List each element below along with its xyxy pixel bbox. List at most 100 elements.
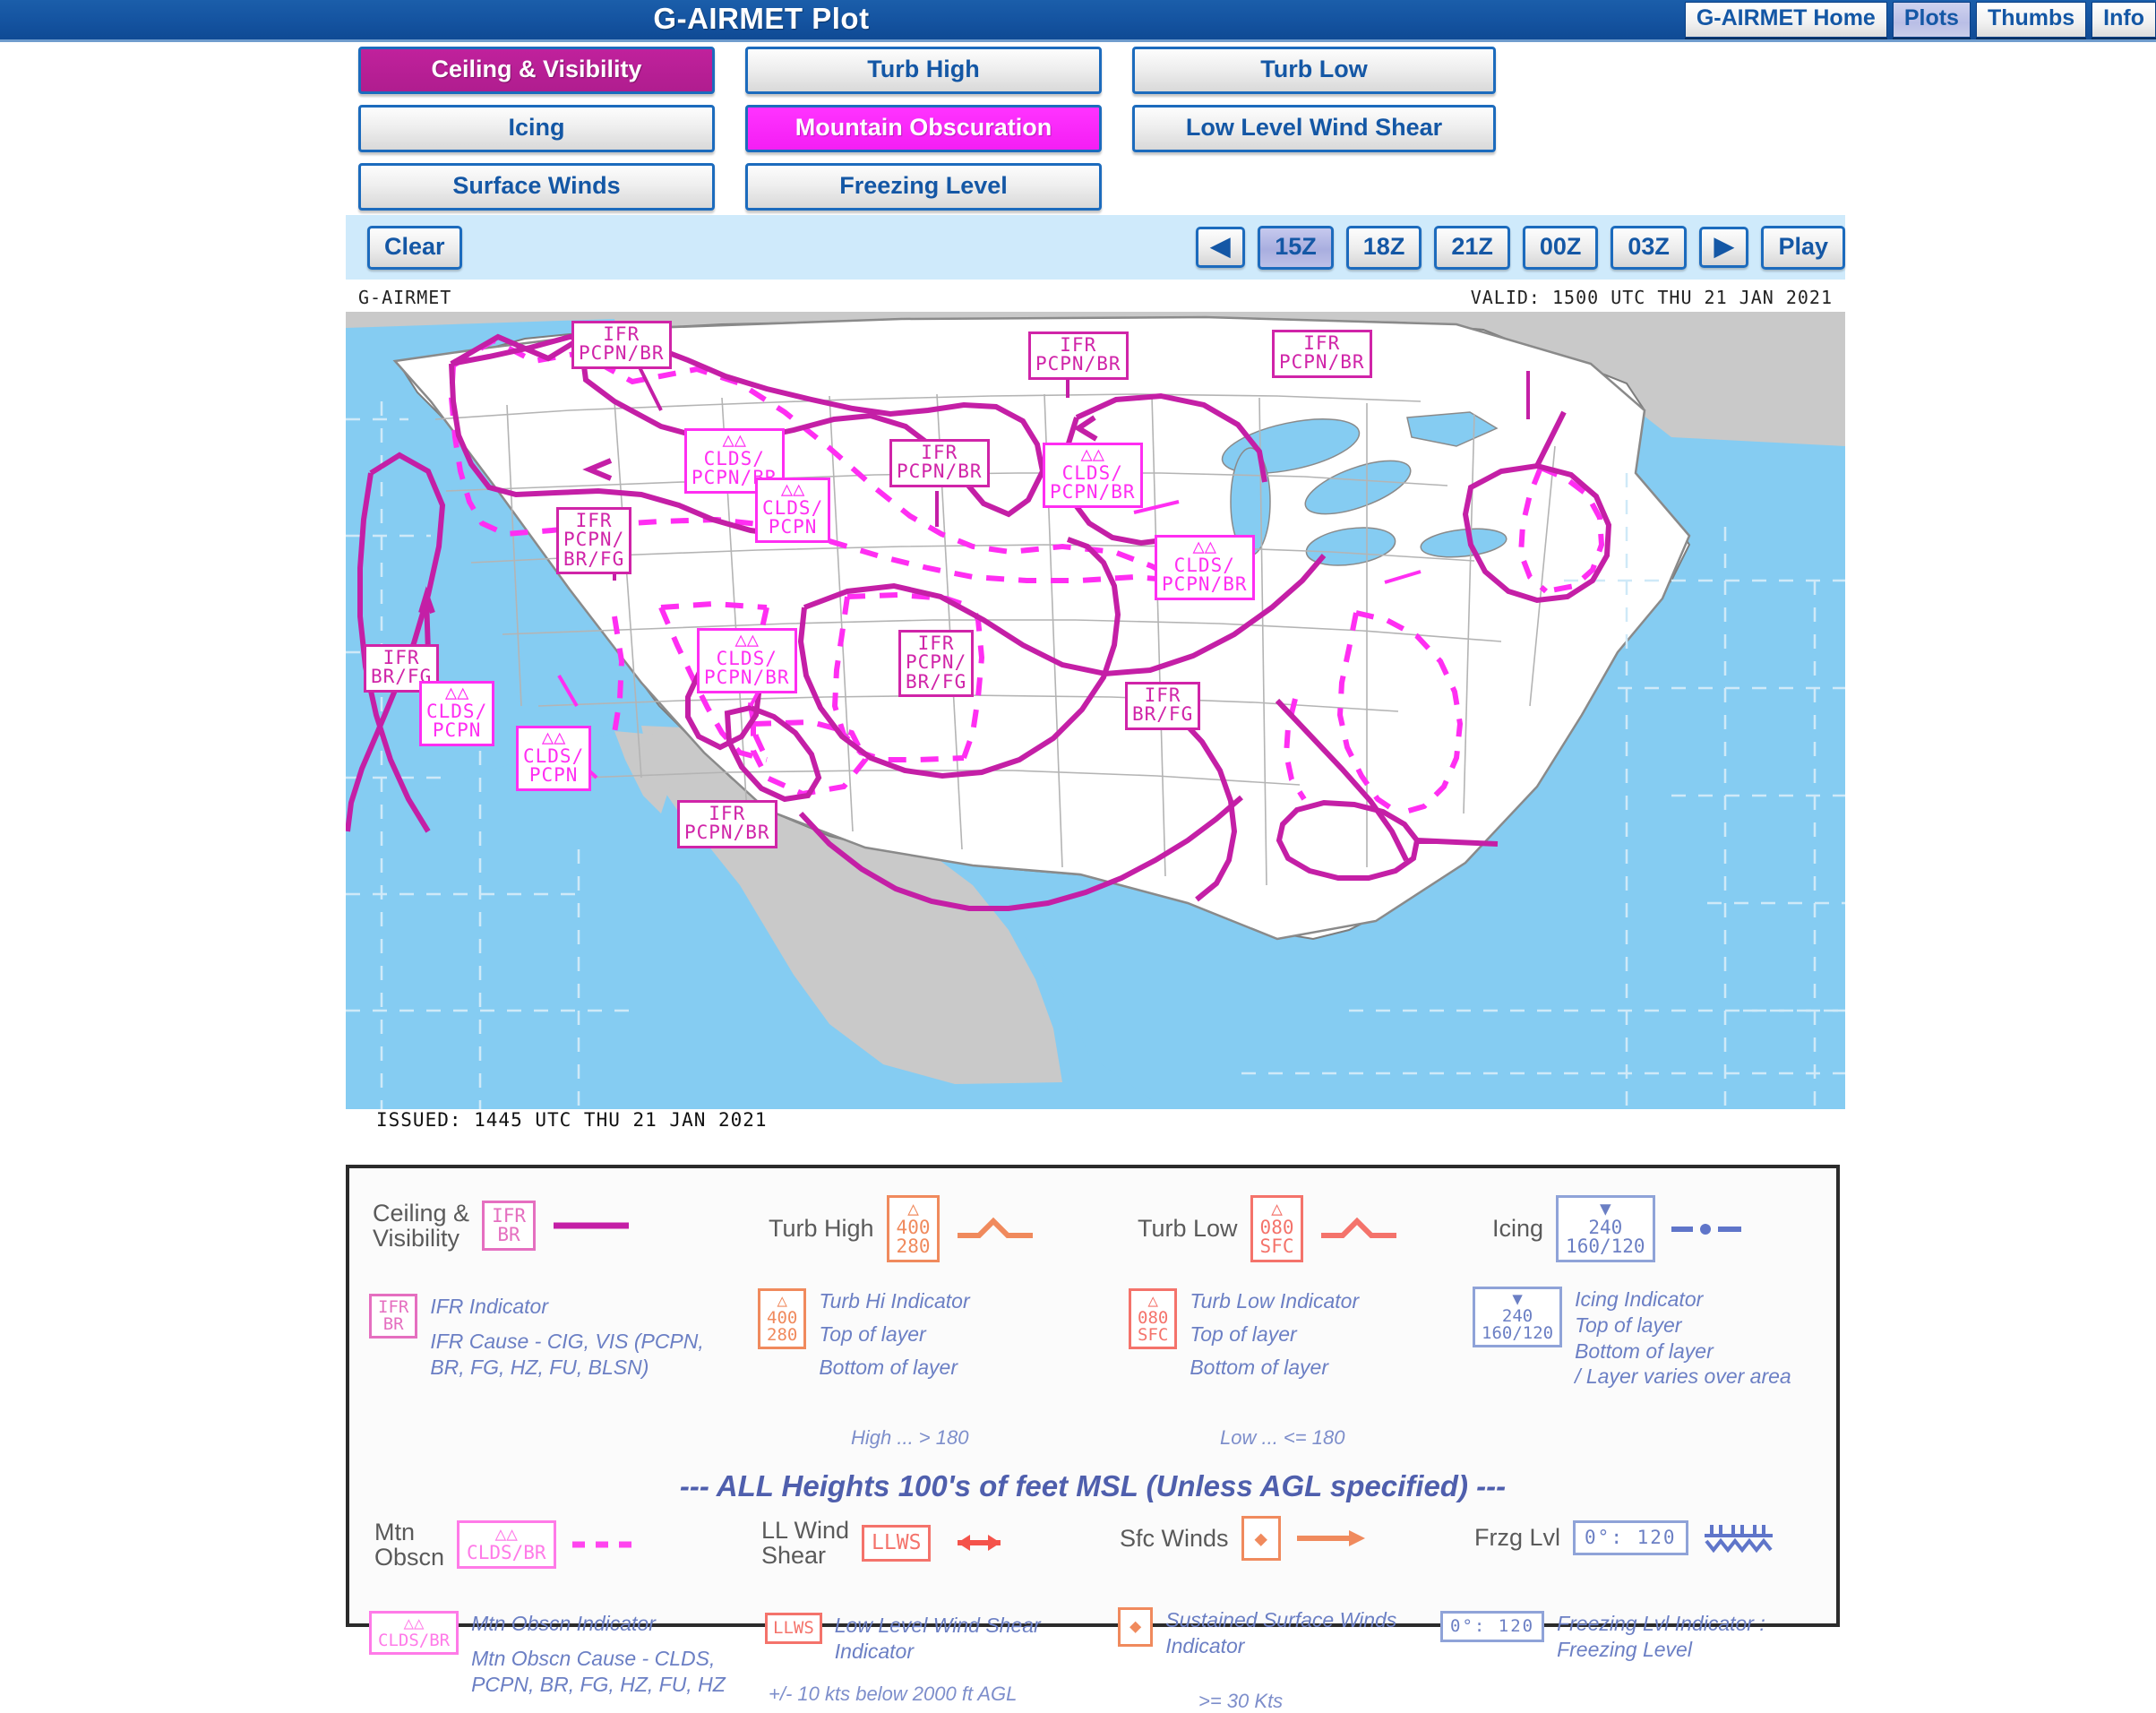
map-label-ifr: IFR PCPN/BR xyxy=(571,321,672,369)
turb-low-line-icon xyxy=(1321,1217,1397,1238)
legend-label-ll-wind-shear: LL Wind Shear xyxy=(761,1517,850,1570)
legend-desc-llws: LLWS Low Level Wind Shear Indicator xyxy=(765,1613,1041,1665)
icing-line-icon xyxy=(1671,1223,1741,1235)
legend-desc-frzg-lvl: 0°: 120 Freezing Lvl Indicator : Freezin… xyxy=(1440,1611,1765,1663)
dashed-pink-line-icon xyxy=(571,1541,642,1548)
freezing-level-line-icon xyxy=(1704,1525,1773,1554)
legend-desc-text: Freezing Lvl Indicator : Freezing Level xyxy=(1557,1612,1765,1661)
map-label-ifr: IFR PCPN/ BR/FG xyxy=(898,630,975,698)
turb-high-indicator-icon: △ 400 280 xyxy=(886,1195,941,1262)
clear-button[interactable]: Clear xyxy=(367,225,462,270)
mtn-obscn-indicator-icon: △△ CLDS/BR xyxy=(457,1520,556,1570)
map-label-ifr: IFR PCPN/BR xyxy=(677,800,777,848)
legend-label-frzg-lvl: Frzg Lvl xyxy=(1474,1523,1561,1551)
product-button-surface-winds[interactable]: Surface Winds xyxy=(358,163,715,211)
map-valid-time: VALID: 1500 UTC THU 21 JAN 2021 xyxy=(1470,287,1833,308)
legend-desc-text: Low Level Wind Shear Indicator xyxy=(834,1614,1041,1663)
legend-desc-turb-high: △ 400 280 Turb Hi Indicator Top of layer… xyxy=(758,1288,970,1380)
legend-desc-text: IFR Indicator IFR Cause - CIG, VIS (PCPN… xyxy=(430,1295,704,1379)
legend-hint-llws: +/- 10 kts below 2000 ft AGL xyxy=(769,1683,1018,1705)
map-label-ifr: IFR PCPN/ BR/FG xyxy=(556,507,632,575)
legend-label-ceiling-visibility: Ceiling & Visibility xyxy=(373,1200,470,1252)
legend-label-mtn-obscn: Mtn Obscn xyxy=(374,1519,445,1571)
legend-desc-mtn-obscn: △△ CLDS/BR Mtn Obscn Indicator Mtn Obscn… xyxy=(369,1611,726,1697)
legend-hint-sfc-winds: >= 30 Kts xyxy=(1198,1690,1284,1712)
map-graphic xyxy=(346,312,1845,1109)
nav-link-g-airmet-home[interactable]: G-AIRMET Home xyxy=(1684,2,1887,38)
product-button-low-level-wind-shear[interactable]: Low Level Wind Shear xyxy=(1132,105,1496,152)
time-button-18z[interactable]: 18Z xyxy=(1345,225,1422,270)
mtn-obscn-indicator-icon-small: △△ CLDS/BR xyxy=(369,1611,460,1655)
legend-panel: Ceiling & Visibility IFR BR Turb High △ … xyxy=(346,1165,1840,1712)
product-button-turb-low[interactable]: Turb Low xyxy=(1132,47,1496,94)
time-button-03z[interactable]: 03Z xyxy=(1611,225,1687,270)
ifr-indicator-icon: IFR BR xyxy=(482,1201,536,1252)
map-label-mtn-obscn: △△ CLDS/ PCPN/BR xyxy=(1043,443,1143,508)
map-label-ifr: IFR PCPN/BR xyxy=(1028,331,1129,380)
map-product-label: G-AIRMET xyxy=(358,287,452,308)
legend-label-turb-low: Turb Low xyxy=(1138,1215,1238,1243)
map-canvas[interactable]: IFR PCPN/BR IFR PCPN/BR IFR PCPN/BR △△ CL… xyxy=(346,312,1845,1109)
product-button-mountain-obscuration[interactable]: Mountain Obscuration xyxy=(745,105,1102,152)
map-label-mtn-obscn: △△ CLDS/ PCPN/BR xyxy=(697,628,797,693)
legend-label-icing: Icing xyxy=(1492,1215,1544,1243)
surface-wind-indicator-icon: ◆ xyxy=(1241,1516,1281,1561)
ifr-indicator-icon-small: IFR BR xyxy=(369,1294,418,1339)
freezing-level-indicator-icon: 0°: 120 xyxy=(1573,1519,1688,1555)
nav-link-plots[interactable]: Plots xyxy=(1892,2,1971,38)
legend-item-frzg-lvl: Frzg Lvl 0°: 120 xyxy=(1474,1519,1778,1555)
legend-label-sfc-winds: Sfc Winds xyxy=(1120,1524,1229,1552)
icing-indicator-icon: ▼ 240 160/120 xyxy=(1556,1195,1655,1262)
legend-item-icing: Icing ▼ 240 160/120 xyxy=(1492,1195,1745,1262)
legend-hint-turb-high: High ... > 180 xyxy=(851,1426,969,1449)
legend-desc-text: Icing Indicator Top of layer Bottom of l… xyxy=(1575,1287,1791,1389)
legend-desc-turb-low: △ 080 SFC Turb Low Indicator Top of laye… xyxy=(1129,1288,1359,1380)
legend-desc-ifr: IFR BR IFR Indicator IFR Cause - CIG, VI… xyxy=(369,1294,704,1380)
turb-high-indicator-icon-small: △ 400 280 xyxy=(758,1288,807,1349)
next-frame-button[interactable]: ▶ xyxy=(1698,227,1749,268)
time-control-bar: Clear ◀ 15Z 18Z 21Z 00Z 03Z ▶ Play xyxy=(346,215,1845,280)
product-button-ceiling-visibility[interactable]: Ceiling & Visibility xyxy=(358,47,715,94)
map-label-ifr: IFR BR/FG xyxy=(1125,682,1201,730)
time-button-00z[interactable]: 00Z xyxy=(1522,225,1599,270)
legend-item-ceiling-visibility: Ceiling & Visibility IFR BR xyxy=(373,1201,634,1252)
nav-link-info[interactable]: Info xyxy=(2092,2,2156,38)
legend-all-heights-note: --- ALL Heights 100's of feet MSL (Unles… xyxy=(679,1469,1507,1502)
legend-label-turb-high: Turb High xyxy=(769,1215,874,1243)
product-button-icing[interactable]: Icing xyxy=(358,105,715,152)
product-button-freezing-level[interactable]: Freezing Level xyxy=(745,163,1102,211)
legend-item-mtn-obscn: Mtn Obscn △△ CLDS/BR xyxy=(374,1519,646,1571)
legend-desc-text: Mtn Obscn Indicator Mtn Obscn Cause - CL… xyxy=(471,1612,726,1696)
icing-indicator-icon-small: ▼ 240 160/120 xyxy=(1473,1287,1563,1347)
legend-desc-icing: ▼ 240 160/120 Icing Indicator Top of lay… xyxy=(1473,1287,1791,1390)
turb-low-indicator-icon-small: △ 080 SFC xyxy=(1129,1288,1178,1349)
map-label-ifr: IFR PCPN/BR xyxy=(1272,330,1372,378)
map-label-mtn-obscn: △△ CLDS/ PCPN xyxy=(419,681,495,746)
product-row-2: Icing Mountain Obscuration Low Level Win… xyxy=(358,105,2156,152)
page-title: G-AIRMET Plot xyxy=(653,2,870,35)
llws-indicator-icon: LLWS xyxy=(862,1524,932,1562)
main-navigation: G-AIRMET Home Plots Thumbs Info xyxy=(1684,2,2156,38)
time-button-21z[interactable]: 21Z xyxy=(1434,225,1510,270)
product-row-1: Ceiling & Visibility Turb High Turb Low xyxy=(358,47,2156,94)
time-button-15z[interactable]: 15Z xyxy=(1258,225,1334,270)
product-button-turb-high[interactable]: Turb High xyxy=(745,47,1102,94)
play-button[interactable]: Play xyxy=(1761,225,1845,270)
legend-item-sfc-winds: Sfc Winds ◆ xyxy=(1120,1516,1370,1561)
legend-item-ll-wind-shear: LL Wind Shear LLWS xyxy=(761,1518,1015,1569)
product-button-group: Ceiling & Visibility Turb High Turb Low … xyxy=(0,47,2156,221)
freezing-level-indicator-icon-small: 0°: 120 xyxy=(1440,1611,1545,1642)
product-row-3: Surface Winds Freezing Level xyxy=(358,163,2156,211)
map-label-mtn-obscn: △△ CLDS/ PCPN/BR xyxy=(1155,535,1255,600)
map-header: G-AIRMET VALID: 1500 UTC THU 21 JAN 2021 xyxy=(346,285,1845,312)
previous-frame-button[interactable]: ◀ xyxy=(1195,227,1246,268)
legend-item-turb-low: Turb Low △ 080 SFC xyxy=(1138,1195,1402,1262)
map-label-mtn-obscn: △△ CLDS/ PCPN xyxy=(755,478,831,543)
map-panel: G-AIRMET VALID: 1500 UTC THU 21 JAN 2021 xyxy=(346,285,1845,1136)
map-issued-time: ISSUED: 1445 UTC THU 21 JAN 2021 xyxy=(376,1109,768,1131)
legend-hint-turb-low: Low ... <= 180 xyxy=(1220,1426,1345,1449)
top-header-bar: G-AIRMET Plot G-AIRMET Home Plots Thumbs… xyxy=(0,0,2156,42)
llws-indicator-icon-small: LLWS xyxy=(765,1613,822,1644)
arrow-orange-icon xyxy=(1296,1530,1365,1546)
nav-link-thumbs[interactable]: Thumbs xyxy=(1975,2,2087,38)
